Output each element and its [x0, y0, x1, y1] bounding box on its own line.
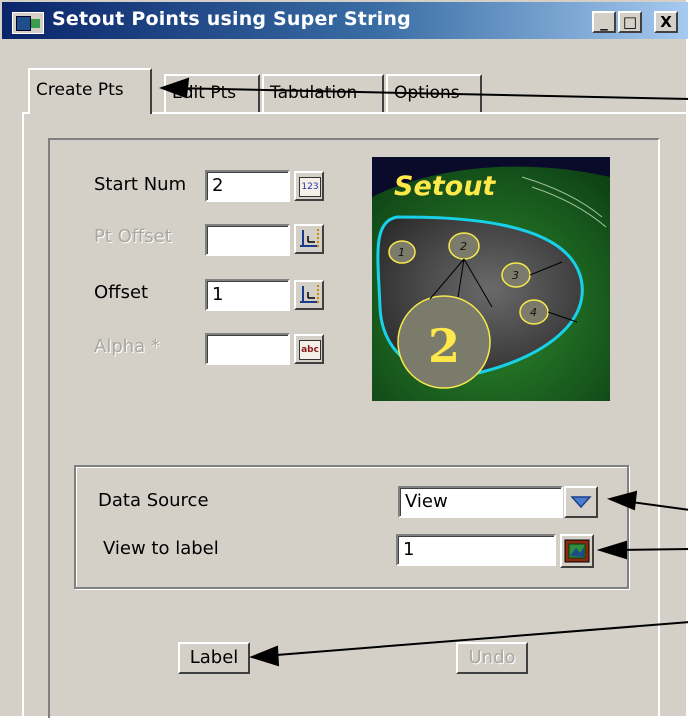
maximize-button[interactable]: □	[618, 11, 642, 33]
app-icon	[12, 12, 44, 34]
maximize-icon: □	[622, 13, 638, 31]
dialog-window: Setout Points using Super String _ □ X C…	[0, 0, 688, 718]
tab-label: Create Pts	[36, 80, 124, 100]
tab-options[interactable]: Options	[386, 74, 482, 112]
minimize-button[interactable]: _	[592, 11, 616, 33]
content-panel	[48, 138, 660, 718]
tab-create-pts[interactable]: Create Pts	[28, 68, 152, 114]
close-button[interactable]: X	[654, 11, 678, 33]
title-bar[interactable]: Setout Points using Super String _ □ X	[2, 2, 688, 39]
window-title: Setout Points using Super String	[52, 8, 411, 30]
tab-label: Tabulation	[270, 83, 358, 103]
tab-tabulation[interactable]: Tabulation	[262, 74, 384, 112]
minimize-icon: _	[600, 13, 608, 31]
tab-edit-pts[interactable]: Edit Pts	[164, 74, 260, 112]
tab-label: Options	[394, 83, 460, 103]
tab-label: Edit Pts	[172, 83, 237, 103]
close-icon: X	[660, 13, 672, 31]
